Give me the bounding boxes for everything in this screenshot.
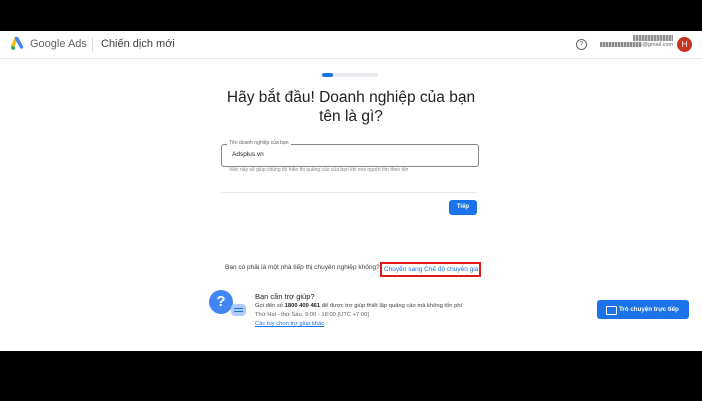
account-email[interactable]: @gmail.com xyxy=(600,42,673,48)
account-name-redacted xyxy=(633,35,673,41)
help-line-prefix: Gọi đến số xyxy=(255,303,284,309)
brand-google: Google xyxy=(30,38,66,50)
progress-fill xyxy=(322,73,334,77)
live-chat-label: Trò chuyện trực tiếp xyxy=(619,306,679,313)
help-title: Bạn cần trợ giúp? xyxy=(255,292,315,301)
other-help-options-link[interactable]: Các tùy chọn trợ giúp khác xyxy=(255,321,324,327)
email-suffix: @gmail.com xyxy=(642,42,673,48)
page-title: Chiến dịch mới xyxy=(101,38,175,50)
business-name-hint: Việc này sẽ giúp chúng tôi hiển thị quản… xyxy=(229,167,409,173)
help-phone-text: Gọi đến số 1800 400 461 để được trợ giúp… xyxy=(255,303,462,309)
google-ads-page: Google Ads Chiến dịch mới ? @gmail.com H… xyxy=(0,31,702,351)
google-ads-logo-icon xyxy=(11,37,24,50)
help-question-bubble-icon: ? xyxy=(209,290,233,314)
brand-name[interactable]: Google Ads xyxy=(30,38,87,50)
business-name-field[interactable]: Tên doanh nghiệp của bạn xyxy=(221,140,479,167)
step-heading: Hãy bắt đầu! Doanh nghiệp của bạn tên là… xyxy=(226,89,476,125)
brand-ads: Ads xyxy=(67,38,87,50)
help-circle-icon[interactable]: ? xyxy=(576,39,587,50)
chat-icon xyxy=(606,306,617,315)
help-phone-number: 1800 400 461 xyxy=(284,303,321,309)
expert-mode-question: Bạn có phải là một nhà tiếp thị chuyên n… xyxy=(225,264,380,271)
business-name-label: Tên doanh nghiệp của bạn xyxy=(227,140,291,146)
live-chat-button[interactable]: Trò chuyện trực tiếp xyxy=(597,300,689,319)
help-hours: Thứ Hai - thứ Sáu, 9:00 - 18:00 [UTC +7:… xyxy=(255,312,369,318)
help-line-suffix: để được trợ giúp thiết lập quảng cáo mà … xyxy=(321,303,463,309)
expert-link-label: Chuyển sang Chế độ chuyên gia xyxy=(384,266,479,273)
header-divider xyxy=(92,37,93,52)
setup-progress-bar xyxy=(322,73,378,77)
business-name-input[interactable] xyxy=(232,151,462,158)
avatar[interactable]: H xyxy=(677,37,692,52)
next-button[interactable]: Tiếp xyxy=(449,200,477,215)
switch-to-expert-mode-link[interactable]: Chuyển sang Chế độ chuyên gia xyxy=(380,262,482,277)
chat-bubble-icon xyxy=(231,304,246,316)
top-app-bar: Google Ads Chiến dịch mới ? @gmail.com H xyxy=(0,31,702,59)
section-divider xyxy=(221,192,477,193)
email-redacted xyxy=(600,42,643,48)
